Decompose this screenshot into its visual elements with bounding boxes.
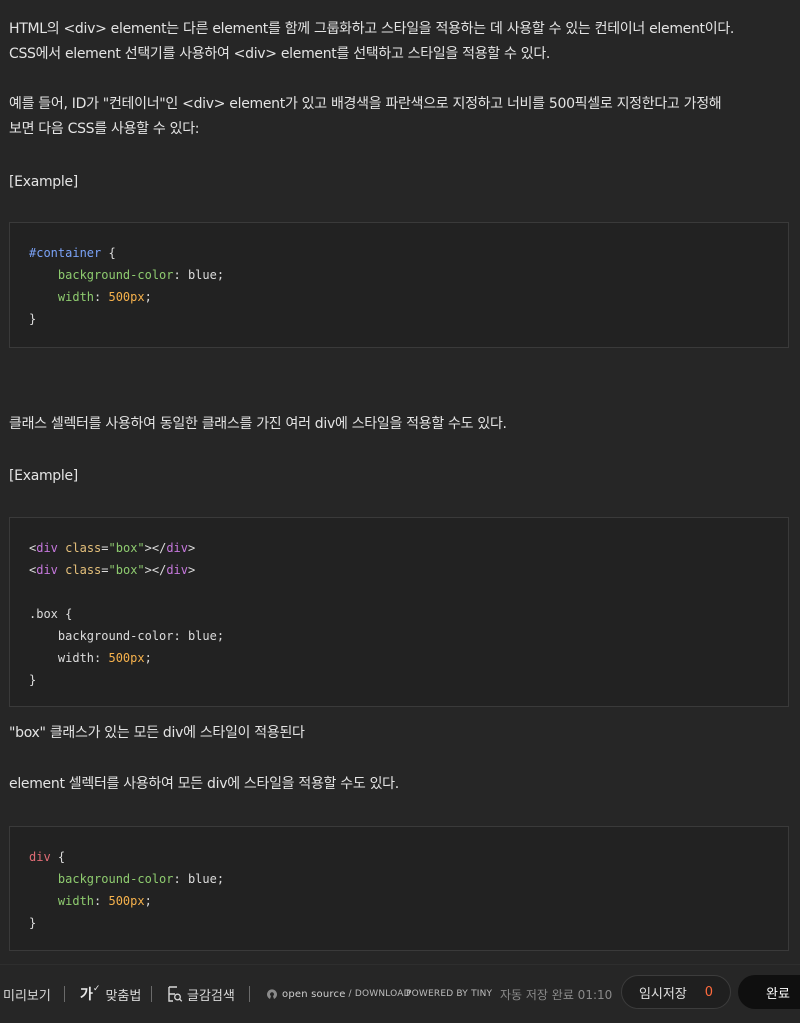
code3-val2: 500px xyxy=(108,894,145,908)
code2-gt-b: > xyxy=(144,563,152,577)
paragraph-1-line-1: HTML의 <div> element는 다른 element를 함께 그룹화하… xyxy=(9,21,735,37)
code2-tag: div xyxy=(36,541,58,555)
paragraph-1-line-2: CSS에서 element 선택기를 사용하여 <div> element를 선… xyxy=(9,46,551,62)
code1-prop2: width xyxy=(57,290,95,304)
code2-str: "box" xyxy=(108,541,145,555)
open-source-link[interactable]: open source / DOWNLOAD xyxy=(266,965,411,1023)
paragraph-3: 클래스 셀렉터를 사용하여 동일한 클래스를 가진 여러 div에 스타일을 적… xyxy=(9,416,507,432)
code2-endtag-open: </ xyxy=(151,541,167,555)
code-block-3-text: div { background-color: blue; width: 500… xyxy=(29,850,225,930)
code1-val1: blue; xyxy=(180,268,225,282)
code1-open: { xyxy=(101,246,116,260)
spellcheck-icon-text: 가 xyxy=(80,987,93,1003)
material-search-icon xyxy=(167,985,183,1003)
code2-prop2-num: 500px xyxy=(108,651,145,665)
autosave-label: 자동 저장 완료 01:10 xyxy=(500,987,613,1002)
code2-prop1: background-color: blue; xyxy=(57,629,225,643)
code2-eq-b: = xyxy=(101,563,109,577)
code2-gt-b2: > xyxy=(188,563,196,577)
code2-attr-b: class xyxy=(65,563,102,577)
divider xyxy=(64,986,65,1002)
divider xyxy=(151,986,152,1002)
autosave-status: 자동 저장 완료 01:10 xyxy=(500,965,612,1023)
code2-endtag-b: div xyxy=(166,563,189,577)
open-source-label: open source xyxy=(282,988,346,1000)
code1-val2: 500px xyxy=(108,290,145,304)
paragraph-2-line-1: 예를 들어, ID가 "컨테이너"인 <div> element가 있고 배경색… xyxy=(9,96,722,112)
code-block-2[interactable]: <div class="box"></div> <div class="box"… xyxy=(9,517,789,707)
paragraph-2-line-2: 보면 다음 CSS를 사용할 수 있다: xyxy=(9,121,200,137)
powered-by-label: POWERED BY TINY xyxy=(406,989,493,999)
material-search-button[interactable]: 글감검색 xyxy=(167,965,235,1023)
publish-button[interactable]: 완료 xyxy=(738,975,800,1009)
code2-tag-b: div xyxy=(36,563,58,577)
code2-semi: ; xyxy=(144,651,152,665)
powered-by-tiny: POWERED BY TINY xyxy=(406,965,492,1023)
code3-prop1: background-color xyxy=(57,872,174,886)
code1-selector: #container xyxy=(29,246,102,260)
save-draft-label: 임시저장 xyxy=(638,986,687,1002)
preview-label: 미리보기 xyxy=(3,988,51,1004)
code2-close: } xyxy=(29,673,37,687)
example-label-1: [Example] xyxy=(9,174,78,190)
paragraph-4: "box" 클래스가 있는 모든 div에 스타일이 적용된다 xyxy=(9,725,305,741)
spellcheck-icon: 가✓ xyxy=(80,984,101,1003)
example-label-2: [Example] xyxy=(9,468,78,484)
code3-val1: blue; xyxy=(180,872,225,886)
code-block-2-text: <div class="box"></div> <div class="box"… xyxy=(29,537,224,691)
download-label: / DOWNLOAD xyxy=(348,989,411,999)
publish-label: 완료 xyxy=(766,986,790,1002)
code-block-3[interactable]: div { background-color: blue; width: 500… xyxy=(9,826,789,951)
code3-open: { xyxy=(50,850,66,864)
code2-eq: = xyxy=(101,541,109,555)
save-draft-button[interactable]: 임시저장 0 xyxy=(621,975,731,1009)
code3-selector: div xyxy=(29,850,51,864)
spellcheck-label: 맞춤법 xyxy=(105,988,142,1004)
code2-endtag: div xyxy=(166,541,189,555)
open-source-icon xyxy=(266,988,278,1000)
code2-gt: > xyxy=(144,541,152,555)
paragraph-5: element 셀렉터를 사용하여 모든 div에 스타일을 적용할 수도 있다… xyxy=(9,776,399,792)
divider xyxy=(249,986,250,1002)
code1-close: } xyxy=(29,312,37,326)
material-search-label: 글감검색 xyxy=(187,988,235,1004)
draft-count: 0 xyxy=(704,984,714,1000)
code-block-1[interactable]: #container { background-color: blue; wid… xyxy=(9,222,789,348)
code2-prop2-name: width: xyxy=(57,651,109,665)
code2-selector: .box { xyxy=(29,607,73,621)
code3-prop2: width xyxy=(57,894,95,908)
code2-gt-2: > xyxy=(188,541,196,555)
preview-button[interactable]: 미리보기 xyxy=(3,965,51,1023)
code2-endtag-open-b: </ xyxy=(151,563,167,577)
code1-prop1: background-color xyxy=(57,268,174,282)
code-block-1-text: #container { background-color: blue; wid… xyxy=(29,246,225,326)
code3-close: } xyxy=(29,916,37,930)
spellcheck-button[interactable]: 가✓ 맞춤법 xyxy=(80,965,141,1023)
code2-str-b: "box" xyxy=(108,563,145,577)
code2-attr: class xyxy=(65,541,102,555)
